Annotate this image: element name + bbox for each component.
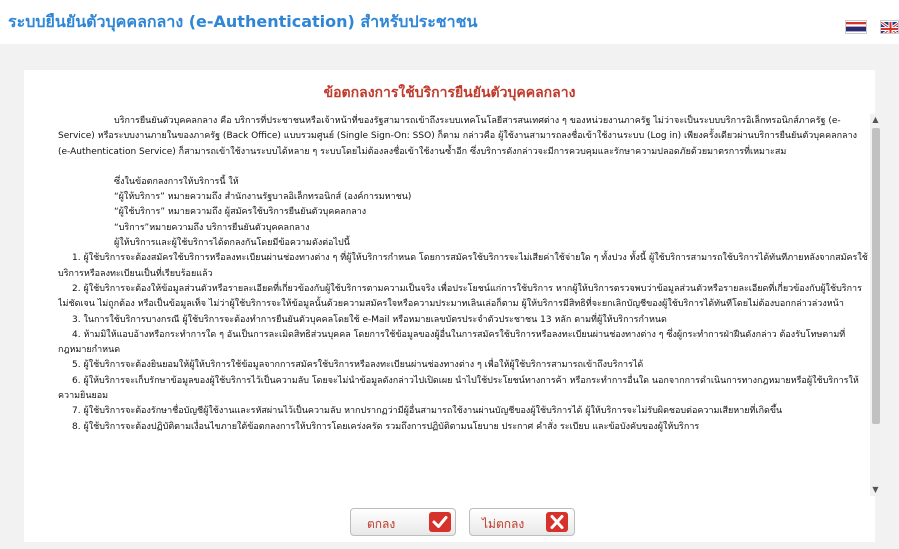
check-icon	[429, 512, 451, 532]
scroll-thumb[interactable]	[872, 128, 880, 424]
terms-item-4: 4. ห้ามมิให้แอบอ้างหรือกระทำการใด ๆ อันเ…	[58, 329, 846, 356]
top-header: ระบบยืนยันตัวบุคคลกลาง (e-Authentication…	[0, 0, 899, 44]
dialog-title: ข้อตกลงการใช้บริการยืนยันตัวบุคคลกลาง	[323, 85, 576, 101]
definitions-intro: ซึ่งในข้อตกลงการให้บริการนี้ ให้	[114, 176, 239, 187]
scroll-up-arrow-icon[interactable]: ▲	[870, 114, 881, 126]
definition-provider: “ผู้ให้บริการ” หมายความถึง สำนักงานรัฐบา…	[114, 192, 412, 203]
terms-item-7: 7. ผู้ใช้บริการจะต้องรักษาชื่อบัญชีผู้ใช…	[72, 406, 783, 417]
uk-flag-icon[interactable]	[880, 20, 899, 34]
decline-button-label: ไม่ตกลง	[482, 517, 525, 531]
terms-item-1: 1. ผู้ใช้บริการจะต้องสมัครใช้บริการหรือล…	[58, 253, 868, 279]
terms-item-8: 8. ผู้ใช้บริการจะต้องปฏิบัติตามเงื่อนไขภ…	[72, 421, 700, 432]
x-icon	[546, 512, 568, 532]
definition-user: “ผู้ใช้บริการ” หมายความถึง ผู้สมัครใช้บร…	[114, 207, 367, 218]
terms-item-3: 3. ในการใช้บริการบางกรณี ผู้ใช้บริการจะต…	[72, 314, 667, 325]
terms-text-area[interactable]: บริการยืนยันตัวบุคคลกลาง คือ บริการที่ปร…	[58, 114, 870, 496]
accept-button-label: ตกลง	[367, 517, 396, 531]
terms-item-5: 5. ผู้ใช้บริการจะต้องยินยอมให้ผู้ให้บริก…	[72, 360, 644, 371]
terms-intro: บริการยืนยันตัวบุคคลกลาง คือ บริการที่ปร…	[58, 116, 858, 157]
terms-item-6: 6. ผู้ให้บริการจะเก็บรักษาข้อมูลของผู้ใช…	[58, 375, 859, 402]
terms-panel: ข้อตกลงการใช้บริการยืนยันตัวบุคคลกลาง บร…	[24, 70, 881, 542]
definition-service: “บริการ”หมายความถึง บริการยืนยันตัวบุคคล…	[114, 222, 310, 233]
accept-button[interactable]: ตกลง	[350, 508, 456, 536]
terms-scrollbar[interactable]: ▲ ▼	[870, 114, 881, 496]
app-title: ระบบยืนยันตัวบุคคลกลาง (e-Authentication…	[8, 12, 478, 31]
thai-flag-icon[interactable]	[845, 20, 867, 34]
scroll-down-arrow-icon[interactable]: ▼	[870, 484, 881, 496]
agreement-statement: ผู้ให้บริการและผู้ใช้บริการได้ตกลงกันโดย…	[114, 238, 350, 249]
terms-item-2: 2. ผู้ใช้บริการจะต้องให้ข้อมูลส่วนตัวหรื…	[58, 283, 862, 310]
decline-button[interactable]: ไม่ตกลง	[469, 508, 575, 536]
